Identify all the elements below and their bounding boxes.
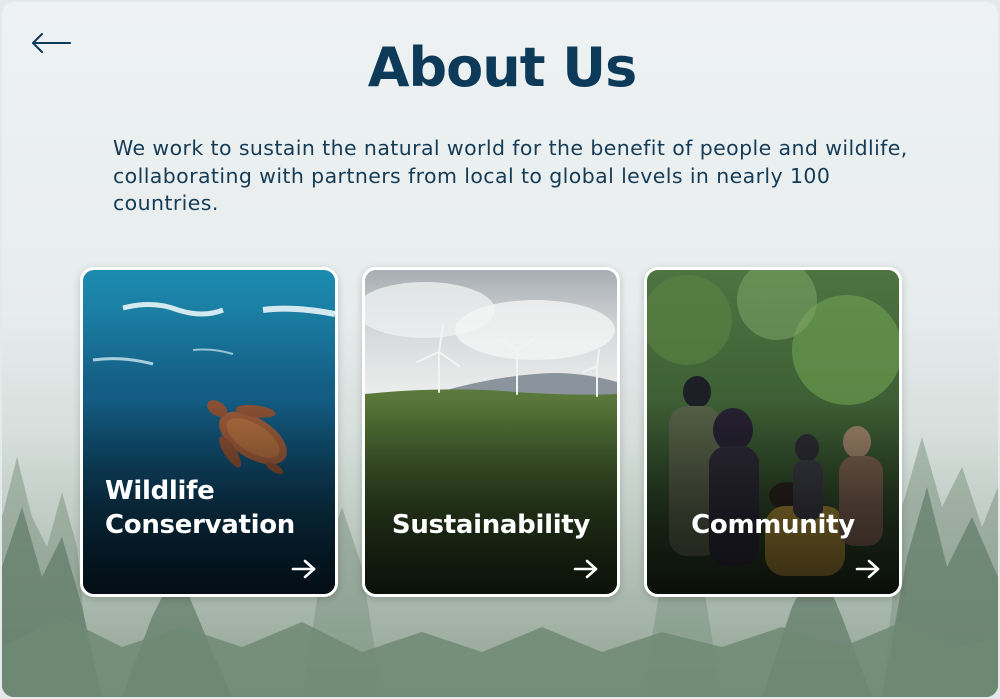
arrow-right-icon[interactable]	[855, 558, 881, 580]
card-label: Wildlife Conservation	[105, 476, 295, 540]
card-sustainability[interactable]: Sustainability	[362, 267, 620, 597]
page-title: About Us	[367, 36, 638, 99]
card-community[interactable]: Community	[644, 267, 902, 597]
card-label: Sustainability	[391, 510, 591, 540]
intro-paragraph: We work to sustain the natural world for…	[113, 136, 908, 215]
card-wildlife-conservation[interactable]: Wildlife Conservation	[80, 267, 338, 597]
card-label: Community	[691, 510, 855, 540]
about-us-page: About Us We work to sustain the natural …	[2, 2, 998, 697]
arrow-right-icon[interactable]	[573, 558, 599, 580]
arrow-right-icon[interactable]	[291, 558, 317, 580]
